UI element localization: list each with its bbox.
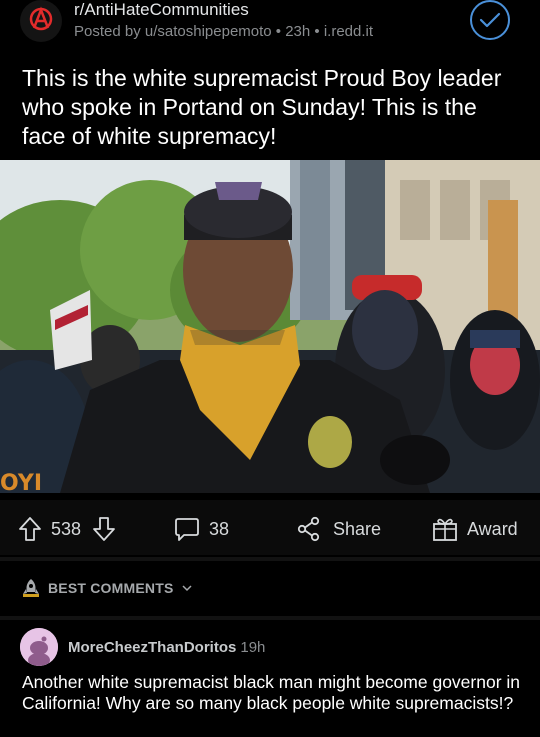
share-label: Share: [333, 518, 382, 539]
comment-time: 19h: [240, 639, 266, 656]
award-label: Award: [467, 518, 518, 539]
sign-text: OYI: [0, 471, 42, 493]
comment-body: Another white supremacist black man migh…: [22, 672, 521, 713]
divider: [0, 557, 540, 561]
comment-count: 38: [209, 518, 230, 539]
share-button[interactable]: Share: [296, 516, 381, 542]
sort-label: BEST COMMENTS: [48, 580, 174, 596]
post-image[interactable]: OYI: [0, 160, 540, 493]
post-header: r/AntiHateCommunities Posted by u/satosh…: [0, 0, 540, 50]
rocket-sort-icon: [23, 579, 39, 597]
protest-photo: OYI: [0, 160, 540, 493]
vote-group: 538: [18, 516, 116, 542]
comment-username[interactable]: MoreCheezThanDoritos: [68, 639, 236, 656]
post-title[interactable]: This is the white supremacist Proud Boy …: [22, 64, 522, 151]
divider: [0, 616, 540, 620]
comment-header: MoreCheezThanDoritos 19h: [68, 639, 265, 656]
gift-award-icon: [433, 518, 457, 541]
upvote-icon[interactable]: [18, 516, 42, 542]
comment-sort-button[interactable]: BEST COMMENTS: [22, 578, 192, 598]
award-button[interactable]: Award: [432, 516, 518, 542]
anarchy-a-icon: [29, 6, 53, 31]
post-meta: Posted by u/satoshipepemoto • 23h • i.re…: [74, 23, 374, 40]
comment-bubble-icon: [175, 518, 199, 541]
post-action-bar: 538 38 Share Award: [0, 500, 540, 555]
share-icon: [297, 516, 320, 542]
checkmark-icon: [479, 12, 501, 28]
chevron-down-icon: [181, 585, 192, 592]
subreddit-avatar[interactable]: [20, 0, 62, 42]
downvote-icon[interactable]: [92, 516, 116, 542]
comments-button[interactable]: 38: [174, 516, 229, 542]
avatar[interactable]: [20, 628, 58, 666]
join-check-button[interactable]: [470, 0, 510, 40]
vote-count: 538: [51, 518, 82, 539]
subreddit-name[interactable]: r/AntiHateCommunities: [74, 0, 249, 20]
snoo-avatar-icon: [20, 628, 58, 666]
